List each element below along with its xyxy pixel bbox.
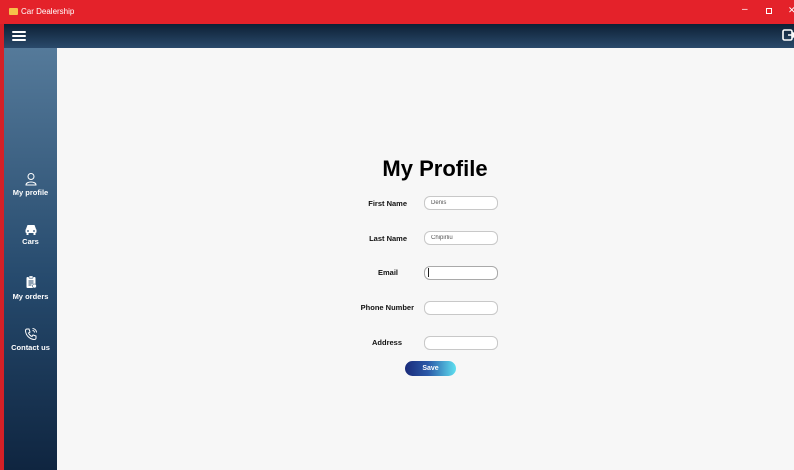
clipboard-icon <box>26 275 37 289</box>
sidebar-item-label: My profile <box>12 188 49 197</box>
minimize-button[interactable]: – <box>742 4 748 16</box>
text-cursor <box>428 268 429 277</box>
maximize-button[interactable] <box>766 8 772 14</box>
hamburger-menu-icon[interactable] <box>12 29 26 43</box>
sidebar-item-label: My orders <box>12 292 49 301</box>
user-icon <box>25 173 37 186</box>
address-label: Address <box>371 338 402 347</box>
app-icon <box>9 8 18 15</box>
sidebar-item-my-orders[interactable]: My orders <box>4 273 57 305</box>
email-field[interactable] <box>424 266 498 280</box>
phone-icon <box>24 328 37 341</box>
address-field[interactable] <box>424 336 498 350</box>
sidebar-item-label: Contact us <box>11 343 50 352</box>
close-button[interactable]: ✕ <box>788 4 794 16</box>
first-name-label: First Name <box>368 199 407 208</box>
first-name-field[interactable] <box>424 196 498 210</box>
sidebar-item-label: Cars <box>22 237 39 246</box>
last-name-field[interactable] <box>424 231 498 245</box>
window-title: Car Dealership <box>21 7 75 16</box>
top-bar <box>0 24 794 48</box>
phone-number-label: Phone Number <box>360 303 414 312</box>
car-icon <box>25 225 37 235</box>
phone-number-field[interactable] <box>424 301 498 315</box>
last-name-label: Last Name <box>369 234 407 243</box>
save-button[interactable]: Save <box>405 361 456 376</box>
main-content <box>57 48 794 470</box>
logout-icon[interactable] <box>782 28 794 42</box>
sidebar-item-cars[interactable]: Cars <box>4 220 57 250</box>
sidebar-item-my-profile[interactable]: My profile <box>4 168 57 200</box>
window-titlebar[interactable]: Car Dealership – ✕ <box>0 0 794 24</box>
sidebar-item-contact-us[interactable]: Contact us <box>4 325 57 357</box>
sidebar <box>0 48 57 470</box>
email-label: Email <box>377 268 398 277</box>
page-title: My Profile <box>382 156 488 181</box>
